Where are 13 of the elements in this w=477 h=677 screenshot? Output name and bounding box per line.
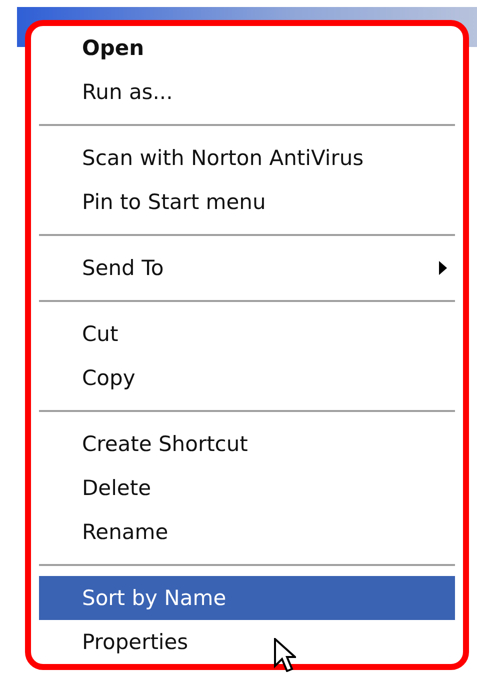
menu-item[interactable]: Delete [39, 466, 455, 510]
menu-item[interactable]: Properties [39, 620, 455, 664]
menu-item[interactable]: Rename [39, 510, 455, 554]
menu-item[interactable]: Copy [39, 356, 455, 400]
menu-item[interactable]: Sort by Name [39, 576, 455, 620]
menu-item[interactable]: Open [39, 26, 455, 70]
menu-item[interactable]: Scan with Norton AntiVirus [39, 136, 455, 180]
submenu-arrow-icon [439, 261, 447, 275]
menu-item[interactable]: Run as... [39, 70, 455, 114]
menu-item[interactable]: Pin to Start menu [39, 180, 455, 224]
menu-item[interactable]: Send To [39, 246, 455, 290]
menu-item[interactable]: Create Shortcut [39, 422, 455, 466]
menu-item[interactable]: Cut [39, 312, 455, 356]
